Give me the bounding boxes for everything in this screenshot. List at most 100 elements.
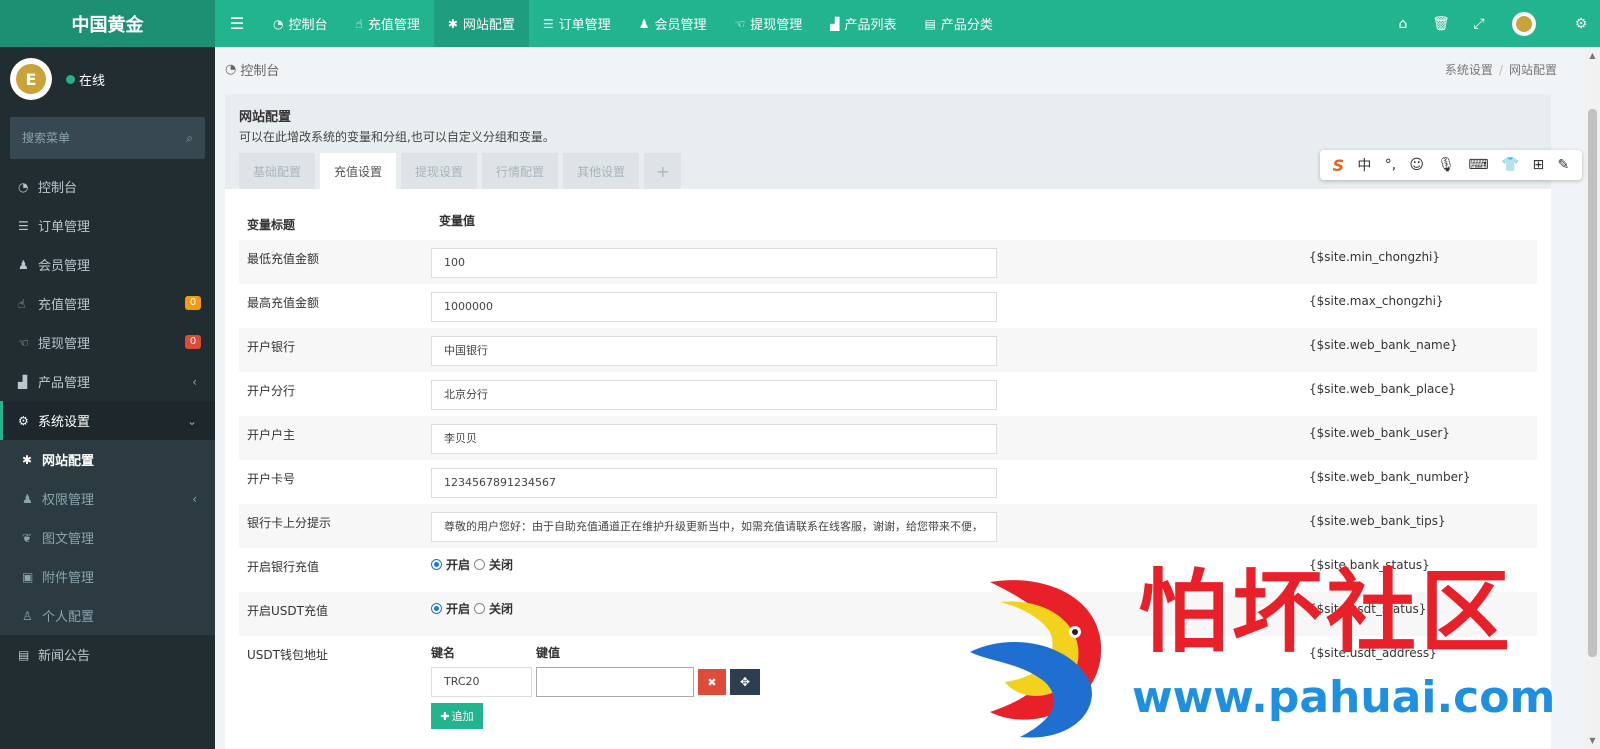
kv-row: TRC20 ✖ ✥ xyxy=(431,667,1309,697)
nav-label: 提现管理 xyxy=(750,18,803,33)
tab-market[interactable]: 行情配置 xyxy=(482,153,559,189)
user-panel: E 在线 xyxy=(0,47,215,111)
nav-tab-products[interactable]: ▟ 产品列表 xyxy=(816,0,910,47)
table-row: 开户户主 李贝贝 {$site.web_bank_user} xyxy=(239,416,1537,460)
sidebar-item-articles[interactable]: ❦ 图文管理 xyxy=(0,518,215,557)
nav-tab-members[interactable]: ♟ 会员管理 xyxy=(625,0,721,47)
skin-icon[interactable]: 👕 xyxy=(1502,157,1519,173)
scroll-up-icon[interactable]: ▲ xyxy=(1588,51,1597,60)
sidebar-item-recharge[interactable]: ☝ 充值管理 0 xyxy=(0,284,215,323)
config-table: 变量标题 变量值 最低充值金额 100 {$site.min_chongzhi}… xyxy=(239,204,1537,729)
scrollbar[interactable]: ▲ ▼ xyxy=(1585,47,1600,749)
scroll-down-icon[interactable]: ▼ xyxy=(1588,736,1597,745)
tab-basic[interactable]: 基础配置 xyxy=(239,153,316,189)
scroll-thumb[interactable] xyxy=(1588,109,1597,657)
row-title: 最低充值金额 xyxy=(247,252,320,266)
nav-tab-categories[interactable]: ▤ 产品分类 xyxy=(911,0,1007,47)
sidebar-item-profile[interactable]: ♙ 个人配置 xyxy=(0,596,215,635)
sidebar-item-orders[interactable]: ☰ 订单管理 xyxy=(0,206,215,245)
table-row: USDT钱包地址 键名 键值 TRC20 ✖ ✥ ✚ 追加 {$site.usdt_… xyxy=(239,636,1537,729)
home-icon[interactable]: ⌂ xyxy=(1384,0,1422,47)
radio-off[interactable] xyxy=(474,559,486,570)
sidebar-item-system-settings[interactable]: ⚙ 系统设置 ⌄ xyxy=(0,401,215,440)
config-panel: 网站配置 可以在此增改系统的变量和分组,也可以自定义分组和变量。 基础配置 充值… xyxy=(225,94,1551,749)
sidebar-item-products[interactable]: ▟ 产品管理 ‹ xyxy=(0,362,215,401)
nav-tab-dashboard[interactable]: ◔ 控制台 xyxy=(259,0,342,47)
variable-name: {$site.web_bank_tips} xyxy=(1309,514,1446,528)
microphone-icon[interactable]: 🎙 xyxy=(1437,157,1455,173)
column-header-title: 变量标题 xyxy=(247,218,296,232)
ime-toolbar: S 中 °, ☺ 🎙 ⌨ 👕 ⊞ ✎ xyxy=(1320,150,1582,180)
card-number-input[interactable]: 1234567891234567 xyxy=(431,468,997,498)
row-title: 开户卡号 xyxy=(247,472,296,486)
sidebar-item-label: 图文管理 xyxy=(42,532,95,547)
bank-name-input[interactable]: 中国银行 xyxy=(431,336,997,366)
avatar[interactable] xyxy=(1512,11,1536,36)
min-recharge-input[interactable]: 100 xyxy=(431,248,997,278)
tab-recharge[interactable]: 充值设置 xyxy=(320,153,397,189)
tab-withdraw[interactable]: 提现设置 xyxy=(401,153,478,189)
config-tabs: 基础配置 充值设置 提现设置 行情配置 其他设置 + xyxy=(239,153,682,189)
nav-label: 产品分类 xyxy=(940,18,993,33)
sidebar-item-members[interactable]: ♟ 会员管理 xyxy=(0,245,215,284)
table-row: 开户银行 中国银行 {$site.web_bank_name} xyxy=(239,328,1537,372)
chinese-mode-icon[interactable]: 中 xyxy=(1357,155,1371,175)
variable-name: {$site.max_chongzhi} xyxy=(1309,294,1444,308)
append-button[interactable]: ✚ 追加 xyxy=(431,703,483,729)
search-icon[interactable]: ⌕ xyxy=(186,131,193,146)
search-input[interactable] xyxy=(22,131,162,145)
sogou-logo-icon[interactable]: S xyxy=(1333,156,1345,175)
chevron-left-icon: ‹ xyxy=(192,374,197,389)
sidebar-item-news[interactable]: ▤ 新闻公告 xyxy=(0,635,215,674)
remove-button[interactable]: ✖ xyxy=(698,669,726,695)
nav-tab-withdraw[interactable]: ☜ 提现管理 xyxy=(720,0,816,47)
keyboard-icon[interactable]: ⌨ xyxy=(1468,157,1488,173)
table-row: 开户分行 北京分行 {$site.web_bank_place} xyxy=(239,372,1537,416)
bank-branch-input[interactable]: 北京分行 xyxy=(431,380,997,410)
nav-tab-recharge[interactable]: ☝ 充值管理 xyxy=(342,0,434,47)
radio-on[interactable] xyxy=(431,559,442,570)
bank-tips-input[interactable]: 尊敬的用户您好：由于自助充值通道正在维护升级更新当中，如需充值请联系在线客服，谢… xyxy=(431,512,997,542)
sidebar-item-permissions[interactable]: ♟ 权限管理 ‹ xyxy=(0,479,215,518)
radio-on[interactable] xyxy=(431,603,442,614)
breadcrumb: ◔ 控制台 系统设置 / 网站配置 xyxy=(215,47,1585,91)
page-description: 可以在此增改系统的变量和分组,也可以自定义分组和变量。 xyxy=(239,130,555,144)
nav-tab-orders[interactable]: ☰ 订单管理 xyxy=(529,0,625,47)
row-title: 银行卡上分提示 xyxy=(247,516,332,530)
sidebar-item-withdraw[interactable]: ☜ 提现管理 0 xyxy=(0,323,215,362)
breadcrumb-path: 系统设置 / 网站配置 xyxy=(1445,61,1557,78)
add-tab-button[interactable]: + xyxy=(644,153,682,189)
fullscreen-icon[interactable]: ⤢ xyxy=(1460,0,1498,47)
trash-icon[interactable]: 🗑 xyxy=(1422,0,1460,47)
account-holder-input[interactable]: 李贝贝 xyxy=(431,424,997,454)
drag-handle[interactable]: ✥ xyxy=(730,669,760,695)
punctuation-icon[interactable]: °, xyxy=(1385,157,1396,173)
gear-icon: ✱ xyxy=(22,452,33,467)
max-recharge-input[interactable]: 1000000 xyxy=(431,292,997,322)
tools-icon[interactable]: ✎ xyxy=(1558,157,1570,173)
leaf-icon: ❦ xyxy=(22,530,33,545)
breadcrumb-link[interactable]: 系统设置 xyxy=(1445,63,1493,77)
emoji-icon[interactable]: ☺ xyxy=(1409,157,1424,173)
breadcrumb-link[interactable]: 网站配置 xyxy=(1509,63,1557,77)
gears-icon: ⚙ xyxy=(18,413,29,428)
menu-toggle-icon[interactable]: ☰ xyxy=(215,0,259,47)
sidebar-item-dashboard[interactable]: ◔ 控制台 xyxy=(0,167,215,206)
grid-icon[interactable]: ⊞ xyxy=(1533,157,1545,173)
gears-icon[interactable]: ⚙ xyxy=(1562,0,1600,47)
sidebar-item-site-config[interactable]: ✱ 网站配置 xyxy=(0,440,215,479)
value-input[interactable] xyxy=(536,667,694,697)
dashboard-icon: ◔ xyxy=(225,61,237,77)
dashboard-icon: ◔ xyxy=(273,16,284,31)
brand-logo[interactable]: 中国黄金 xyxy=(0,0,215,47)
nav-tab-site-config[interactable]: ✱ 网站配置 xyxy=(433,0,529,47)
radio-label: 开启 xyxy=(446,602,471,616)
breadcrumb-current: ◔ 控制台 xyxy=(225,60,279,79)
radio-off[interactable] xyxy=(474,603,486,614)
sidebar-item-attachments[interactable]: ▣ 附件管理 xyxy=(0,557,215,596)
hand-icon: ☝ xyxy=(355,16,363,31)
key-input[interactable]: TRC20 xyxy=(431,667,532,697)
nav-right-tools: ⌂ 🗑 ⤢ ⚙ xyxy=(1384,0,1600,47)
sidebar-item-label: 系统设置 xyxy=(38,415,91,430)
tab-other[interactable]: 其他设置 xyxy=(563,153,640,189)
